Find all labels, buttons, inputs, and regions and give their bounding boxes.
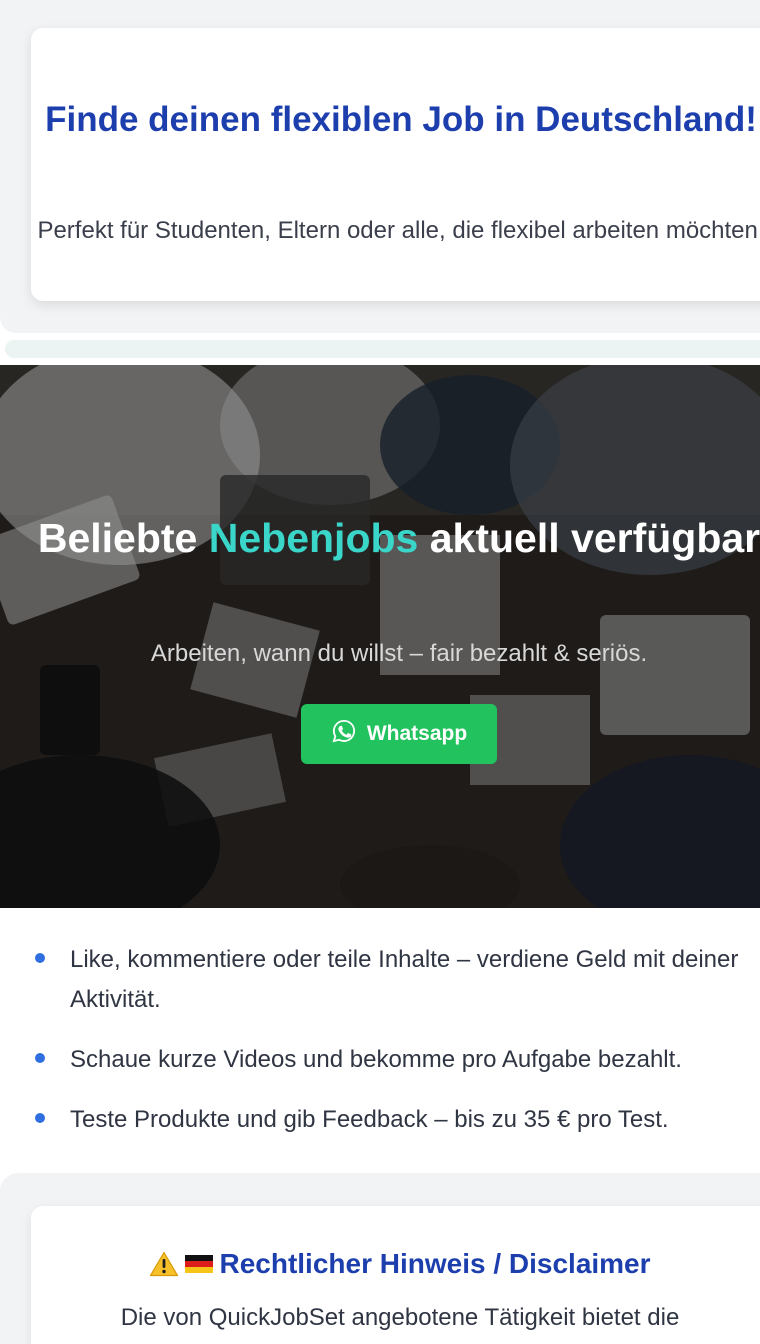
intro-title: Finde deinen flexiblen Job in Deutschlan… (45, 100, 757, 139)
intro-text: Perfekt für Studenten, Eltern oder alle,… (37, 217, 760, 244)
hero-title-highlight: Nebenjobs (208, 515, 419, 561)
disclaimer-text: Die von QuickJobSet angebotene Tätigkeit… (120, 1304, 680, 1331)
disclaimer-heading: Rechtlicher Hinweis / Disclaimer (31, 1244, 760, 1284)
feature-text: Like, kommentiere oder teile Inhalte – v… (70, 946, 739, 1013)
warning-icon (150, 1251, 179, 1277)
hero-title-part1: Beliebte (37, 515, 198, 561)
whatsapp-icon (332, 719, 355, 743)
hero-title-part2: aktuell verfügbar (429, 515, 760, 561)
list-item: Schaue kurze Videos und bekomme pro Aufg… (0, 1040, 760, 1080)
disclaimer-section: Rechtlicher Hinweis / Disclaimer Die von… (0, 1173, 760, 1344)
intro-card: Finde deinen flexiblen Job in Deutschlan… (31, 28, 760, 301)
bullet-dot-icon (35, 953, 45, 963)
disclaimer-heading-text: Rechtlicher Hinweis / Disclaimer (219, 1248, 651, 1279)
bullet-dot-icon (35, 1113, 45, 1123)
feature-list: Like, kommentiere oder teile Inhalte – v… (0, 940, 760, 1160)
hero-title: Beliebte Nebenjobs aktuell verfügbar (0, 512, 760, 565)
feature-text: Teste Produkte und gib Feedback – bis zu… (70, 1106, 669, 1133)
german-flag-icon (185, 1255, 214, 1273)
whatsapp-button[interactable]: Whatsapp (301, 704, 497, 764)
list-item: Like, kommentiere oder teile Inhalte – v… (0, 940, 760, 1020)
list-item: Teste Produkte und gib Feedback – bis zu… (0, 1100, 760, 1140)
intro-section: Finde deinen flexiblen Job in Deutschlan… (0, 0, 760, 333)
whatsapp-button-label: Whatsapp (366, 722, 468, 745)
bullet-dot-icon (35, 1053, 45, 1063)
disclaimer-card: Rechtlicher Hinweis / Disclaimer Die von… (31, 1206, 760, 1344)
hero-banner: Beliebte Nebenjobs aktuell verfügbar Arb… (0, 365, 760, 908)
divider-bar (5, 340, 760, 358)
feature-text: Schaue kurze Videos und bekomme pro Aufg… (70, 1046, 682, 1073)
hero-subtitle: Arbeiten, wann du willst – fair bezahlt … (150, 640, 648, 667)
